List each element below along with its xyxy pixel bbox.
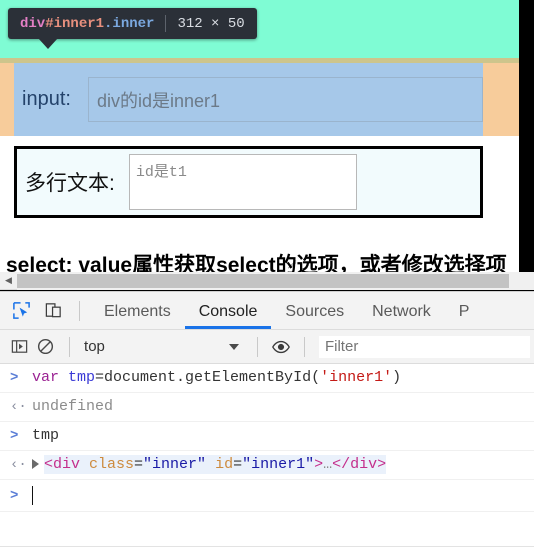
tooltip-tag-name: div <box>20 15 46 32</box>
expand-triangle-icon[interactable] <box>32 459 39 470</box>
scrollbar-track[interactable] <box>17 271 534 290</box>
tooltip-element-class: .inner <box>104 15 155 32</box>
textarea-row: 多行文本: id是t1 <box>14 146 483 218</box>
scrollbar-thumb[interactable] <box>17 273 509 288</box>
console-gutter-prompt: > <box>10 487 19 504</box>
console-output: > var tmp=document.getElementById('inner… <box>0 364 534 512</box>
devtools-bottom-strip <box>0 546 534 555</box>
console-row-input-2[interactable]: > tmp <box>0 422 534 451</box>
console-toolbar-divider-2 <box>256 336 258 357</box>
device-toolbar-icon[interactable] <box>37 296 69 326</box>
devtools-panel: Elements Console Sources Network P top F… <box>0 291 534 555</box>
page-horizontal-scrollbar[interactable]: ◀ <box>0 271 534 290</box>
console-toolbar-divider-1 <box>69 336 71 357</box>
chevron-left-icon[interactable]: ◀ <box>0 272 17 290</box>
tab-elements[interactable]: Elements <box>90 292 185 329</box>
console-row-input-1[interactable]: > var tmp=document.getElementById('inner… <box>0 364 534 393</box>
devtools-tabbar: Elements Console Sources Network P <box>0 292 534 330</box>
element-inspector-tooltip: div #inner1 .inner 312 × 50 <box>8 8 257 39</box>
inspect-element-icon[interactable] <box>5 296 37 326</box>
console-gutter-input: > <box>10 370 19 386</box>
select-section-caption: select: value属性获取select的选项，或者修改选择项 <box>6 254 507 272</box>
textarea-row-label: 多行文本: <box>25 172 115 195</box>
console-gutter-output: ‹· <box>10 399 27 415</box>
tooltip-dimensions: 312 × 50 <box>177 15 245 32</box>
console-toolbar: top <box>0 330 534 364</box>
tab-network[interactable]: Network <box>358 292 445 329</box>
multiline-textarea[interactable]: id是t1 <box>128 154 357 210</box>
tab-sources[interactable]: Sources <box>271 292 358 329</box>
tooltip-separator <box>165 15 167 32</box>
clear-console-icon[interactable] <box>33 332 60 362</box>
input-row: input: <box>14 63 483 136</box>
tabbar-divider <box>79 300 80 321</box>
input-row-label: input: <box>22 88 71 110</box>
console-context-select[interactable]: top <box>80 335 247 359</box>
screenshot-root: input: 多行文本: id是t1 select: value属性获取sele… <box>0 0 534 555</box>
console-expression-1: var tmp=document.getElementById('inner1'… <box>32 369 402 386</box>
tab-performance[interactable]: P <box>445 292 484 329</box>
console-gutter-input-2: > <box>10 428 19 444</box>
console-result-dom-node[interactable]: <div class="inner" id="inner1">…</div> <box>32 455 387 475</box>
console-sidebar-icon[interactable] <box>6 332 33 362</box>
tab-console[interactable]: Console <box>184 292 272 329</box>
console-filter-input[interactable] <box>318 335 530 358</box>
console-result-undefined: undefined <box>32 398 114 415</box>
console-text-caret <box>32 486 33 505</box>
console-row-output-1: ‹· undefined <box>0 393 534 422</box>
console-row-output-2[interactable]: ‹· <div class="inner" id="inner1">…</div… <box>0 451 534 480</box>
tooltip-pointer-arrow <box>38 38 58 49</box>
console-expression-2: tmp <box>32 427 60 444</box>
text-input-field[interactable] <box>87 77 483 122</box>
tooltip-element-id: #inner1 <box>45 15 105 32</box>
web-page-viewport: input: 多行文本: id是t1 select: value属性获取sele… <box>0 0 534 272</box>
console-toolbar-divider-3 <box>304 336 305 357</box>
console-prompt-row[interactable]: > <box>0 480 534 512</box>
chevron-down-icon <box>228 343 239 350</box>
page-right-gutter <box>519 0 534 272</box>
console-gutter-output-2: ‹· <box>10 457 27 473</box>
console-context-label: top <box>84 338 105 355</box>
live-expression-icon[interactable] <box>268 332 295 362</box>
